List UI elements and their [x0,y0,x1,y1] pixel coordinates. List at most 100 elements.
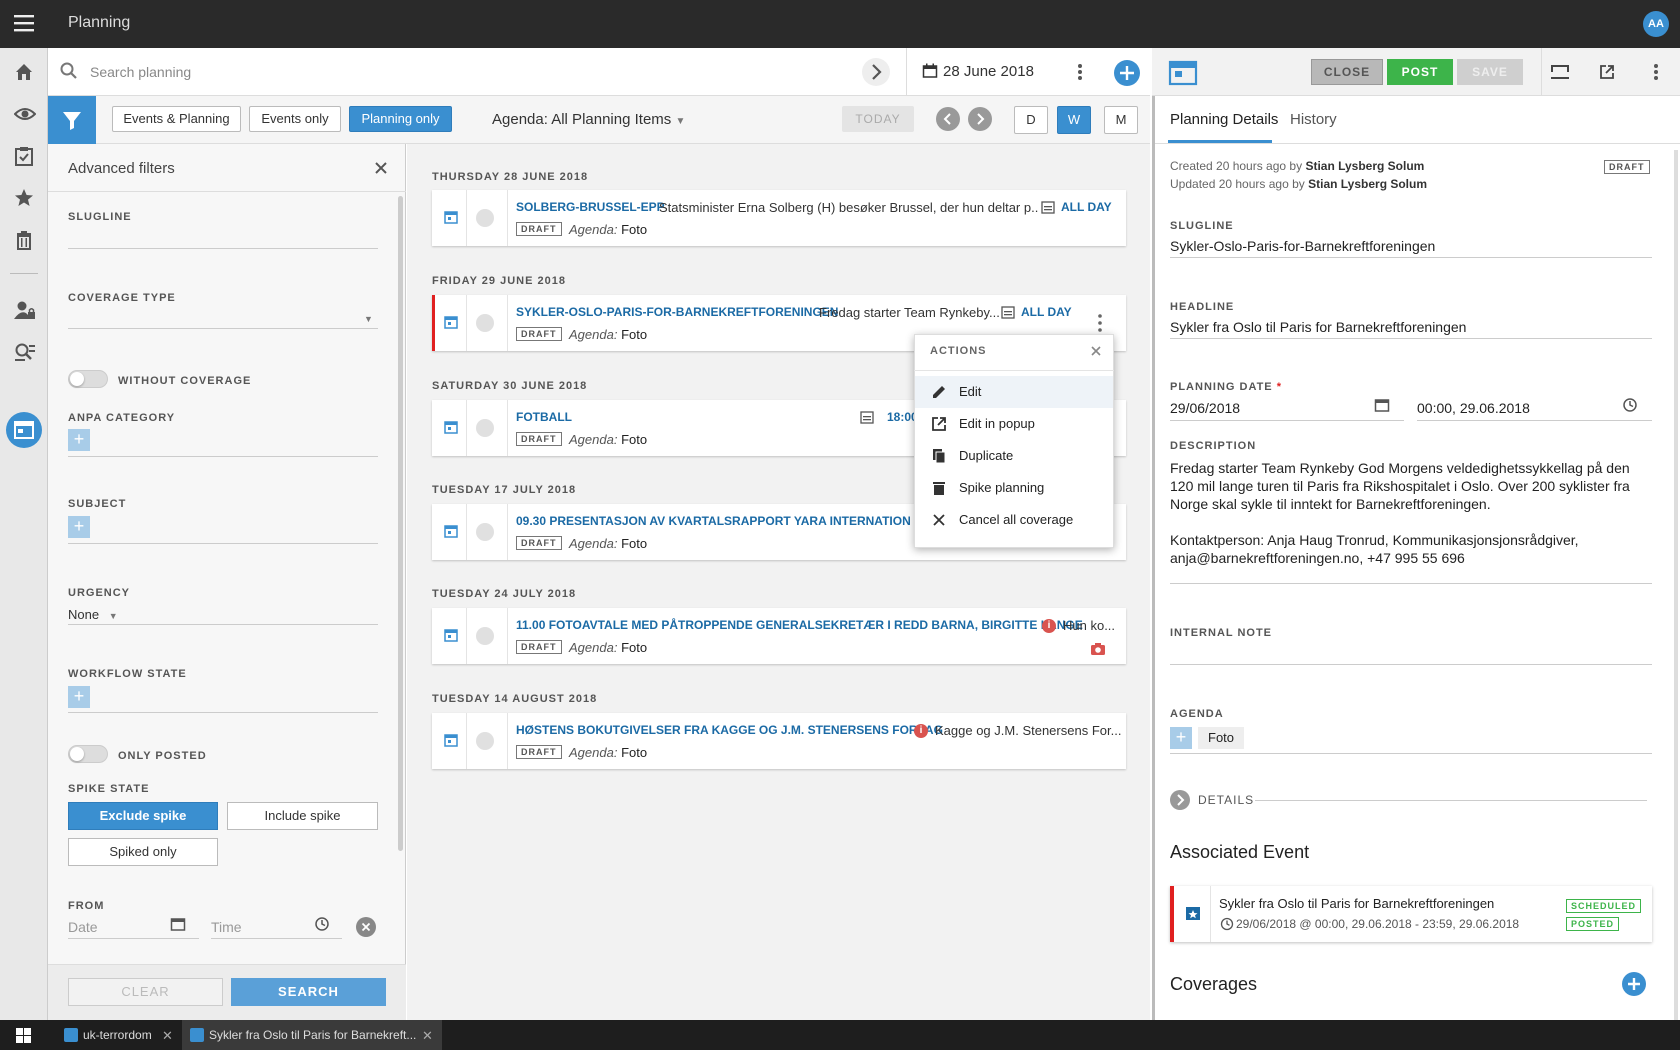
add-anpa-category-button[interactable]: + [68,429,90,451]
panel-scrollbar[interactable] [1674,150,1678,1020]
agenda-dropdown[interactable]: Agenda: All Planning Items ▼ [492,111,685,128]
clock-icon[interactable] [314,916,330,932]
exclude-spike-button[interactable]: Exclude spike [68,802,218,830]
select-checkbox[interactable] [476,209,494,227]
menu-item-edit-in-popup[interactable]: Edit in popup [915,408,1113,440]
item-slugline: SOLBERG-BRUSSEL-EPP [516,200,665,214]
clock-icon[interactable] [1622,397,1638,413]
search-filters-button[interactable]: SEARCH [231,978,386,1006]
more-options-icon[interactable] [1070,62,1090,82]
without-coverage-toggle[interactable] [68,370,108,388]
advanced-filters-title: Advanced filters [68,160,175,177]
spiked-only-button[interactable]: Spiked only [68,838,218,866]
home-icon[interactable] [14,62,34,82]
only-posted-toggle[interactable] [68,745,108,763]
add-coverage-button[interactable] [1622,972,1646,996]
list-item[interactable]: HØSTENS BOKUTGIVELSER FRA KAGGE OG J.M. … [432,713,1126,769]
user-avatar[interactable]: AA [1643,11,1669,37]
menu-icon[interactable] [14,14,34,32]
clear-filters-button[interactable]: CLEAR [68,978,223,1006]
from-time-input[interactable]: Time [211,919,242,935]
planning-date-value[interactable]: 29/06/2018 [1170,400,1240,416]
more-options-icon[interactable] [1650,62,1662,82]
prev-week-button[interactable] [936,107,960,131]
coverage-type-select[interactable] [68,328,378,329]
tab-events-only[interactable]: Events only [249,106,341,132]
add-workflow-state-button[interactable]: + [68,686,90,708]
close-icon [361,922,371,932]
menu-item-duplicate[interactable]: Duplicate [915,440,1113,472]
tab-history[interactable]: History [1290,111,1337,128]
select-checkbox[interactable] [476,523,494,541]
star-icon[interactable] [14,188,34,208]
status-badge: DRAFT [516,745,562,759]
search-submit-button[interactable] [862,58,890,86]
add-subject-button[interactable]: + [68,516,90,538]
slugline-filter-input[interactable] [68,248,378,249]
spike-state-label: SPIKE STATE [68,783,150,795]
add-agenda-button[interactable]: + [1170,727,1192,749]
internal-note-input[interactable] [1170,664,1652,665]
select-checkbox[interactable] [476,732,494,750]
eye-icon[interactable] [14,104,36,124]
minimize-icon[interactable] [1550,64,1570,80]
close-icon[interactable] [1090,345,1102,357]
menu-item-edit[interactable]: Edit [915,376,1113,408]
today-button[interactable]: TODAY [842,106,914,132]
view-day-button[interactable]: D [1014,106,1048,134]
calendar-small-icon[interactable] [170,916,186,932]
calendar-small-icon[interactable] [1374,397,1390,413]
list-item[interactable]: SOLBERG-BRUSSEL-EPP Statsminister Erna S… [432,190,1126,246]
close-button[interactable]: CLOSE [1311,59,1383,85]
agenda-line [1170,753,1652,754]
agenda-chip[interactable]: Foto [1198,727,1245,749]
tab-events-and-planning[interactable]: Events & Planning [112,106,241,132]
close-icon [931,512,947,528]
menu-item-label: Cancel all coverage [959,512,1074,527]
associated-event-card[interactable] [1170,886,1652,942]
tasks-icon[interactable] [14,146,34,166]
post-button[interactable]: POST [1387,59,1453,85]
planning-nav-button[interactable] [6,412,42,448]
urgency-select[interactable]: None ▼ [68,607,118,622]
view-month-button[interactable]: M [1104,106,1138,134]
save-button[interactable]: SAVE [1457,59,1523,85]
search-list-icon[interactable] [14,342,35,362]
select-checkbox[interactable] [476,627,494,645]
filter-toggle-button[interactable] [48,96,96,144]
headline-value[interactable]: Sykler fra Oslo til Paris for Barnekreft… [1170,319,1466,335]
menu-item-cancel-all-coverage[interactable]: Cancel all coverage [915,504,1113,536]
close-icon[interactable] [374,161,388,175]
description-value[interactable]: Fredag starter Team Rynkeby God Morgens … [1170,459,1650,567]
slugline-value[interactable]: Sykler-Oslo-Paris-for-Barnekreftforening… [1170,238,1435,254]
details-toggle-button[interactable] [1170,790,1190,810]
user-lock-icon[interactable] [14,300,35,320]
trash-icon[interactable] [14,230,34,250]
status-badge: DRAFT [516,536,562,550]
from-date-input[interactable]: Date [68,919,98,935]
taskbar-tab-uk-terrordom[interactable]: uk-terrordom ✕ [56,1020,180,1050]
planning-time-value[interactable]: 00:00, 29.06.2018 [1417,400,1530,416]
list-item[interactable]: 11.00 FOTOAVTALE MED PÅTROPPENDE GENERAL… [432,608,1126,664]
open-in-popup-icon[interactable] [1599,64,1615,80]
item-actions-icon[interactable] [1096,313,1104,333]
clear-date-button[interactable] [356,917,376,937]
include-spike-button[interactable]: Include spike [227,802,378,830]
taskbar-tab-sykler[interactable]: Sykler fra Oslo til Paris for Barnekreft… [182,1020,442,1050]
tab-planning-details[interactable]: Planning Details [1170,111,1278,128]
next-week-button[interactable] [968,107,992,131]
menu-item-spike-planning[interactable]: Spike planning [915,472,1113,504]
view-week-button[interactable]: W [1057,106,1091,134]
search-input[interactable] [90,61,850,83]
select-checkbox[interactable] [476,314,494,332]
select-checkbox[interactable] [476,419,494,437]
filters-scrollbar[interactable] [398,196,403,851]
add-button[interactable] [1114,60,1140,86]
close-icon[interactable]: ✕ [162,1028,173,1044]
tab-planning-only[interactable]: Planning only [349,106,452,132]
close-icon[interactable]: ✕ [422,1028,433,1044]
day-header: TUESDAY 24 JULY 2018 [432,588,577,600]
current-date[interactable]: 28 June 2018 [943,63,1034,80]
description-line [1170,583,1652,584]
windows-icon[interactable] [16,1028,31,1043]
